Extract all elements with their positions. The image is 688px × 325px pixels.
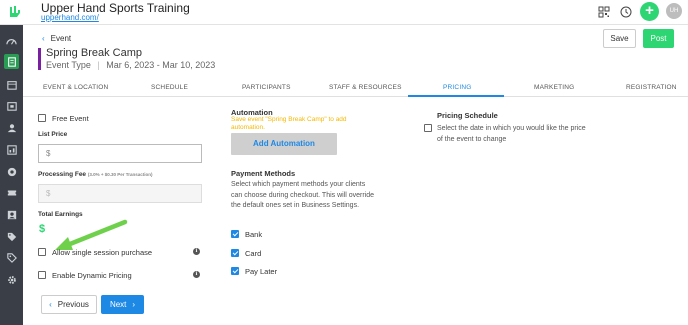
events-icon[interactable] bbox=[4, 54, 19, 69]
marketing-icon[interactable] bbox=[4, 164, 19, 179]
automation-warning: Save event "Spring Break Camp" to add au… bbox=[231, 116, 347, 131]
tab-bar: EVENT & LOCATION SCHEDULE PARTICIPANTS S… bbox=[23, 81, 688, 97]
add-button[interactable]: + bbox=[640, 2, 659, 21]
back-link-label: Event bbox=[50, 34, 72, 43]
chevron-left-icon: ‹ bbox=[49, 300, 52, 309]
pay-later-checkbox[interactable] bbox=[231, 267, 239, 275]
dynamic-pricing-checkbox[interactable] bbox=[38, 271, 46, 279]
sidebar bbox=[0, 25, 23, 325]
processing-fee-hint: (3.0% + $0.30 Per Transaction) bbox=[87, 172, 153, 177]
chevron-left-icon: ‹ bbox=[42, 34, 45, 43]
single-session-info-icon[interactable]: i bbox=[193, 248, 200, 255]
tab-registration[interactable]: REGISTRATION bbox=[626, 84, 677, 91]
dashboard-icon[interactable] bbox=[4, 34, 19, 49]
discount-icon[interactable] bbox=[4, 250, 19, 265]
top-bar: Upper Hand Sports Training upperhand.com… bbox=[0, 0, 688, 25]
chevron-right-icon: › bbox=[132, 300, 136, 309]
list-price-label: List Price bbox=[38, 131, 68, 138]
event-color-bar bbox=[38, 48, 41, 70]
processing-fee-label-text: Processing Fee bbox=[38, 171, 87, 178]
avatar[interactable]: UH bbox=[666, 3, 682, 19]
settings-icon[interactable] bbox=[4, 272, 19, 287]
active-tab-indicator bbox=[408, 95, 504, 97]
upper-hand-logo-icon[interactable] bbox=[8, 4, 22, 20]
tab-participants[interactable]: PARTICIPANTS bbox=[242, 84, 291, 91]
tickets-icon[interactable] bbox=[4, 185, 19, 200]
tag-icon[interactable] bbox=[4, 229, 19, 244]
dynamic-pricing-label: Enable Dynamic Pricing bbox=[52, 271, 132, 280]
total-earnings-label: Total Earnings bbox=[38, 211, 83, 218]
bank-label: Bank bbox=[245, 230, 263, 239]
tab-pricing[interactable]: PRICING bbox=[443, 84, 472, 91]
previous-label: Previous bbox=[57, 300, 89, 309]
event-dates: Mar 6, 2023 - Mar 10, 2023 bbox=[106, 60, 216, 70]
single-session-label: Allow single session purchase bbox=[52, 248, 153, 257]
tab-event-location[interactable]: EVENT & LOCATION bbox=[43, 84, 108, 91]
main-content: ‹ Event Spring Break Camp Event Type | Ma… bbox=[23, 25, 688, 325]
page-title: Spring Break Camp bbox=[46, 47, 142, 59]
next-label: Next bbox=[109, 300, 127, 309]
list-price-input[interactable]: $ bbox=[38, 144, 202, 163]
card-label: Card bbox=[245, 249, 262, 258]
back-to-event-link[interactable]: ‹ Event bbox=[42, 34, 71, 43]
pricing-schedule-checkbox[interactable] bbox=[424, 124, 432, 132]
free-event-label: Free Event bbox=[52, 114, 89, 123]
add-automation-button: Add Automation bbox=[231, 133, 337, 155]
post-button[interactable]: Post bbox=[643, 29, 674, 48]
card-checkbox[interactable] bbox=[231, 249, 239, 257]
event-type: Event Type bbox=[46, 60, 91, 70]
save-button[interactable]: Save bbox=[603, 29, 636, 48]
payment-methods-description: Select which payment methods your client… bbox=[231, 181, 375, 209]
clock-icon[interactable] bbox=[619, 5, 633, 19]
event-subtitle: Event Type | Mar 6, 2023 - Mar 10, 2023 bbox=[46, 60, 216, 70]
calendar-icon[interactable] bbox=[4, 77, 19, 92]
next-button[interactable]: Next › bbox=[101, 295, 144, 314]
reports-icon[interactable] bbox=[4, 142, 19, 157]
processing-fee-input: $ bbox=[38, 184, 202, 203]
staff-icon[interactable] bbox=[4, 207, 19, 222]
app-url-link[interactable]: upperhand.com/ bbox=[41, 13, 99, 22]
pricing-schedule-title: Pricing Schedule bbox=[437, 111, 498, 120]
tab-staff-resources[interactable]: STAFF & RESOURCES bbox=[329, 84, 402, 91]
schedule-icon[interactable] bbox=[4, 98, 19, 113]
tab-marketing[interactable]: MARKETING bbox=[534, 84, 574, 91]
clients-icon[interactable] bbox=[4, 120, 19, 135]
free-event-checkbox[interactable] bbox=[38, 114, 46, 122]
pricing-schedule-description: Select the date in which you would like … bbox=[437, 125, 586, 143]
processing-fee-label: Processing Fee (3.0% + $0.30 Per Transac… bbox=[38, 171, 153, 178]
single-session-checkbox[interactable] bbox=[38, 248, 46, 256]
previous-button[interactable]: ‹ Previous bbox=[41, 295, 97, 314]
dynamic-pricing-info-icon[interactable]: i bbox=[193, 271, 200, 278]
total-earnings-value: $ bbox=[39, 223, 46, 235]
bank-checkbox[interactable] bbox=[231, 230, 239, 238]
tab-schedule[interactable]: SCHEDULE bbox=[151, 84, 188, 91]
payment-methods-title: Payment Methods bbox=[231, 169, 296, 178]
qr-scan-icon[interactable] bbox=[597, 5, 611, 19]
pay-later-label: Pay Later bbox=[245, 267, 278, 276]
